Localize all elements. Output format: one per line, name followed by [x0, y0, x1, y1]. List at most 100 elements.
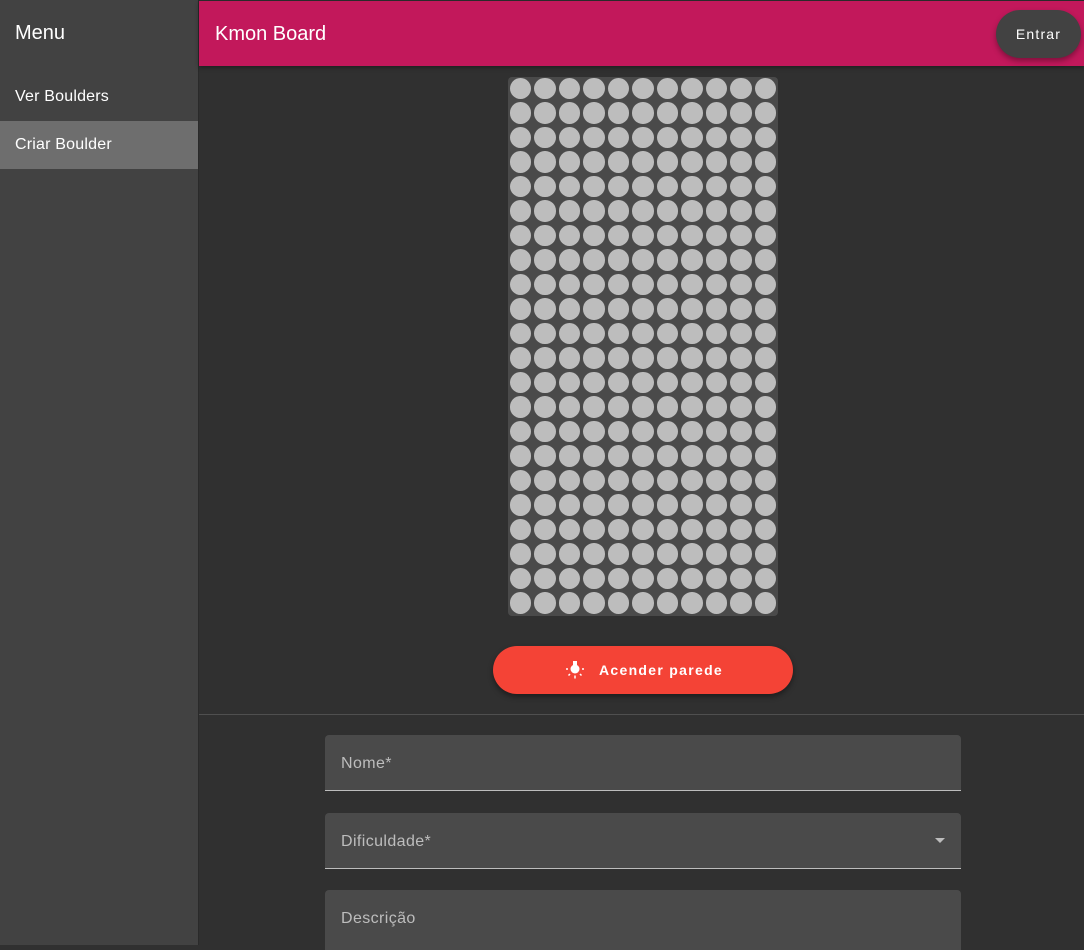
board-hold[interactable] — [509, 420, 531, 442]
board-hold[interactable] — [509, 126, 531, 148]
board-hold[interactable] — [509, 396, 531, 418]
board-hold[interactable] — [730, 151, 752, 173]
board-hold[interactable] — [705, 273, 727, 295]
board-hold[interactable] — [730, 102, 752, 124]
sidebar-item-ver-boulders[interactable]: Ver Boulders — [0, 73, 198, 121]
board-hold[interactable] — [558, 249, 580, 271]
board-hold[interactable] — [730, 200, 752, 222]
board-hold[interactable] — [754, 126, 776, 148]
board-hold[interactable] — [656, 175, 678, 197]
board-hold[interactable] — [583, 371, 605, 393]
board-hold[interactable] — [558, 273, 580, 295]
board-hold[interactable] — [583, 396, 605, 418]
board-hold[interactable] — [705, 249, 727, 271]
board-hold[interactable] — [534, 224, 556, 246]
board-hold[interactable] — [607, 469, 629, 491]
board-hold[interactable] — [534, 371, 556, 393]
board-hold[interactable] — [681, 494, 703, 516]
board-hold[interactable] — [656, 469, 678, 491]
board-hold[interactable] — [607, 151, 629, 173]
board-hold[interactable] — [607, 77, 629, 99]
board-hold[interactable] — [632, 200, 654, 222]
board-hold[interactable] — [583, 469, 605, 491]
board-hold[interactable] — [705, 543, 727, 565]
board-hold[interactable] — [558, 371, 580, 393]
board-hold[interactable] — [656, 567, 678, 589]
board-hold[interactable] — [534, 200, 556, 222]
board-hold[interactable] — [607, 224, 629, 246]
board-hold[interactable] — [583, 420, 605, 442]
light-wall-button[interactable]: Acender parede — [493, 646, 793, 694]
board-hold[interactable] — [681, 175, 703, 197]
board-hold[interactable] — [558, 469, 580, 491]
board-hold[interactable] — [607, 543, 629, 565]
board-hold[interactable] — [730, 543, 752, 565]
board-hold[interactable] — [730, 396, 752, 418]
board-hold[interactable] — [632, 420, 654, 442]
board-hold[interactable] — [705, 592, 727, 614]
board-hold[interactable] — [705, 322, 727, 344]
board-hold[interactable] — [705, 445, 727, 467]
board-hold[interactable] — [607, 102, 629, 124]
board-hold[interactable] — [583, 518, 605, 540]
board-hold[interactable] — [730, 518, 752, 540]
board-hold[interactable] — [583, 322, 605, 344]
board-hold[interactable] — [681, 126, 703, 148]
board-hold[interactable] — [558, 175, 580, 197]
board-hold[interactable] — [509, 151, 531, 173]
board-hold[interactable] — [754, 518, 776, 540]
board-hold[interactable] — [754, 592, 776, 614]
board-hold[interactable] — [534, 151, 556, 173]
board-hold[interactable] — [730, 175, 752, 197]
board-hold[interactable] — [681, 102, 703, 124]
board-hold[interactable] — [681, 249, 703, 271]
board-hold[interactable] — [583, 347, 605, 369]
board-hold[interactable] — [656, 592, 678, 614]
board-hold[interactable] — [730, 420, 752, 442]
board-hold[interactable] — [607, 371, 629, 393]
board-hold[interactable] — [558, 126, 580, 148]
board-hold[interactable] — [534, 543, 556, 565]
board-hold[interactable] — [754, 371, 776, 393]
board-hold[interactable] — [607, 347, 629, 369]
board-hold[interactable] — [730, 249, 752, 271]
board-hold[interactable] — [607, 494, 629, 516]
board-hold[interactable] — [607, 592, 629, 614]
sidebar-item-criar-boulder[interactable]: Criar Boulder — [0, 121, 198, 169]
board-hold[interactable] — [509, 200, 531, 222]
board-hold[interactable] — [558, 322, 580, 344]
board-hold[interactable] — [754, 396, 776, 418]
board-hold[interactable] — [681, 200, 703, 222]
board-hold[interactable] — [656, 543, 678, 565]
board-hold[interactable] — [632, 396, 654, 418]
board-hold[interactable] — [583, 224, 605, 246]
board-hold[interactable] — [558, 445, 580, 467]
board-hold[interactable] — [583, 200, 605, 222]
board-hold[interactable] — [632, 224, 654, 246]
board-hold[interactable] — [681, 322, 703, 344]
board-hold[interactable] — [583, 273, 605, 295]
board-hold[interactable] — [534, 396, 556, 418]
board-hold[interactable] — [730, 494, 752, 516]
board-hold[interactable] — [754, 224, 776, 246]
board-hold[interactable] — [583, 543, 605, 565]
board-hold[interactable] — [509, 567, 531, 589]
board-hold[interactable] — [534, 126, 556, 148]
difficulty-select[interactable]: Dificuldade* — [325, 813, 961, 869]
board-hold[interactable] — [730, 567, 752, 589]
board-hold[interactable] — [558, 592, 580, 614]
board-hold[interactable] — [632, 102, 654, 124]
board-hold[interactable] — [558, 151, 580, 173]
board-hold[interactable] — [607, 518, 629, 540]
board-hold[interactable] — [607, 175, 629, 197]
board-hold[interactable] — [754, 200, 776, 222]
board-hold[interactable] — [705, 126, 727, 148]
board-hold[interactable] — [534, 102, 556, 124]
board-hold[interactable] — [534, 298, 556, 320]
board-hold[interactable] — [681, 543, 703, 565]
board-hold[interactable] — [681, 298, 703, 320]
board-hold[interactable] — [681, 347, 703, 369]
board-hold[interactable] — [509, 77, 531, 99]
board-hold[interactable] — [607, 298, 629, 320]
board-hold[interactable] — [754, 77, 776, 99]
